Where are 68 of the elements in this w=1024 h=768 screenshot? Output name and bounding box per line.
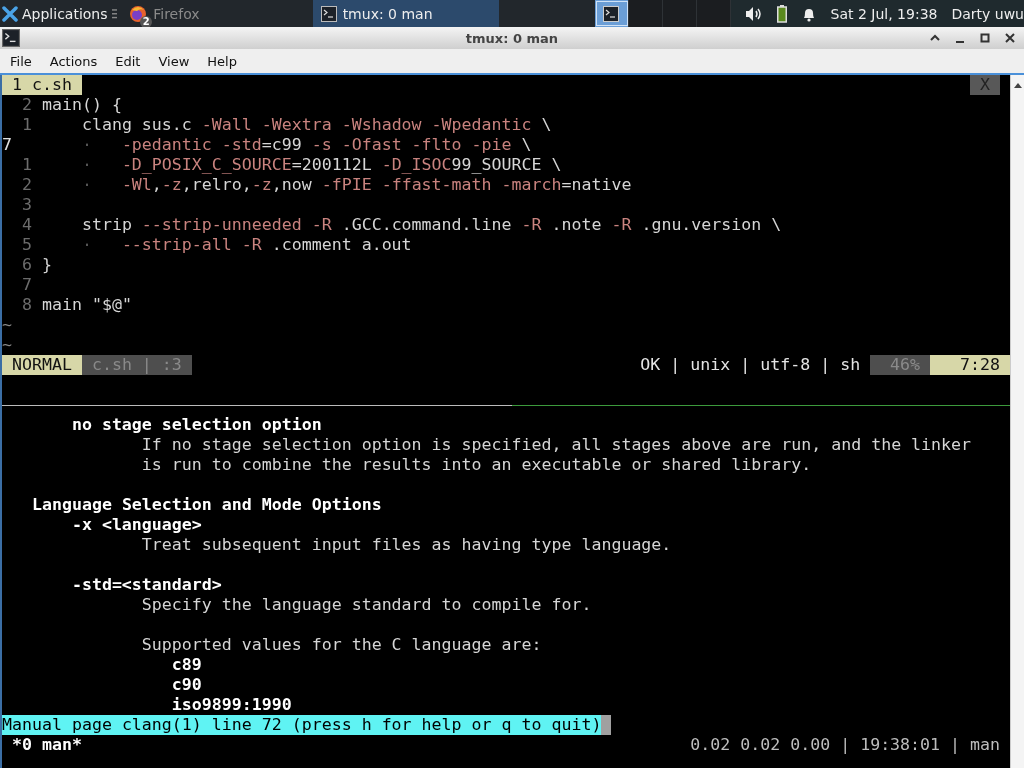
man-text: no stage selection option xyxy=(70,415,322,435)
menu-item[interactable]: View xyxy=(148,53,198,69)
terminal-icon xyxy=(320,5,337,22)
menu-item[interactable]: Edit xyxy=(105,53,149,69)
pager-prompt: Manual page clang(1) line 72 (press h for help or q to quit) xyxy=(2,715,602,735)
code-line: · -D_POSIX_C_SOURCE=200112L -D_ISOC99_SOURCE \ xyxy=(80,155,562,175)
window-title: tmux: 0 man xyxy=(465,30,559,46)
code-line: main() { xyxy=(41,95,122,115)
line-number: 8 xyxy=(20,295,32,315)
scrollbar[interactable] xyxy=(1010,75,1024,768)
man-text: Specify the language standard to compile for. xyxy=(140,595,592,615)
line-number: 2 xyxy=(20,175,32,195)
user-name[interactable]: Darty uwu xyxy=(951,5,1024,22)
line-number: 1 xyxy=(20,115,32,135)
man-text: Treat subsequent input files as having type language. xyxy=(140,535,672,555)
scroll-up-icon[interactable] xyxy=(1012,81,1023,89)
code-line: } xyxy=(41,255,52,275)
man-text: c90 xyxy=(170,675,202,695)
line-number: 2 xyxy=(20,95,32,115)
menu-item[interactable]: Help xyxy=(197,53,245,69)
line-number: 7 xyxy=(20,275,32,295)
code-line: strip --strip-unneeded -R .GCC.command.line -R .note -R .gnu.version \ xyxy=(80,215,782,235)
man-text: Language Selection and Mode Options xyxy=(30,495,382,515)
browser-icon xyxy=(129,4,148,23)
man-text: If no stage selection option is specified, all stages above are run, and the linker xyxy=(140,435,972,455)
line-number: 6 xyxy=(20,255,32,275)
man-text: iso9899:1990 xyxy=(170,695,292,715)
terminal-icon xyxy=(2,29,20,47)
workspace-button[interactable] xyxy=(594,0,629,27)
menu-item[interactable]: File xyxy=(0,53,40,69)
file-format-info: OK | unix | utf-8 | sh xyxy=(639,355,862,375)
cross-icon xyxy=(2,5,18,22)
applications-menu[interactable]: Applications xyxy=(0,0,110,27)
clock[interactable]: Sat 2 Jul, 19:38 xyxy=(830,5,938,22)
line-number: 3 xyxy=(20,195,32,215)
tmux-window[interactable]: *0 man* xyxy=(2,735,82,755)
man-text: c89 xyxy=(170,655,202,675)
empty-line-marker: ~ xyxy=(2,335,12,355)
tmux-status: 0.02 0.02 0.00 | 19:38:01 | man xyxy=(690,735,1001,755)
man-text: is run to combine the results into an executable or shared library. xyxy=(140,455,812,475)
close-icon[interactable] xyxy=(1004,32,1016,44)
code-line: main "$@" xyxy=(41,295,132,315)
battery-icon[interactable] xyxy=(776,4,787,23)
man-text: -std=<standard> xyxy=(70,575,222,595)
taskbar-button[interactable]: 2 Firefox xyxy=(121,0,313,27)
text-cursor xyxy=(601,715,612,735)
menu-item[interactable]: Actions xyxy=(39,53,106,69)
code-line: · -Wl,-z,relro,-z,now -fPIE -ffast-math -march=native xyxy=(80,175,632,195)
line-number: 5 xyxy=(20,235,32,255)
grip-icon xyxy=(111,7,118,20)
taskbar-button[interactable]: tmux: 0 man xyxy=(312,0,500,27)
code-line: · --strip-all -R .comment a.out xyxy=(80,235,412,255)
empty-line-marker: ~ xyxy=(2,315,12,335)
code-line: · -pedantic -std=c99 -s -Ofast -flto -pie \ xyxy=(80,135,532,155)
maximize-icon[interactable] xyxy=(979,32,991,44)
code-line: clang sus.c -Wall -Wextra -Wshadow -Wpedantic \ xyxy=(80,115,552,135)
line-number: 7 xyxy=(2,135,13,155)
volume-icon[interactable] xyxy=(744,5,763,22)
man-text: Supported values for the C language are: xyxy=(140,635,542,655)
line-number: 4 xyxy=(20,215,32,235)
mode-indicator: NORMAL xyxy=(2,355,82,375)
cursor-position: 7:28 xyxy=(930,355,1010,375)
terminal-icon xyxy=(603,5,620,22)
file-info: c.sh | :3 xyxy=(81,355,192,375)
line-number: 1 xyxy=(20,155,32,175)
buffer-tab[interactable]: 1 c.sh xyxy=(2,75,82,95)
scroll-percent: 46% xyxy=(870,355,931,375)
man-text: -x <language> xyxy=(70,515,202,535)
